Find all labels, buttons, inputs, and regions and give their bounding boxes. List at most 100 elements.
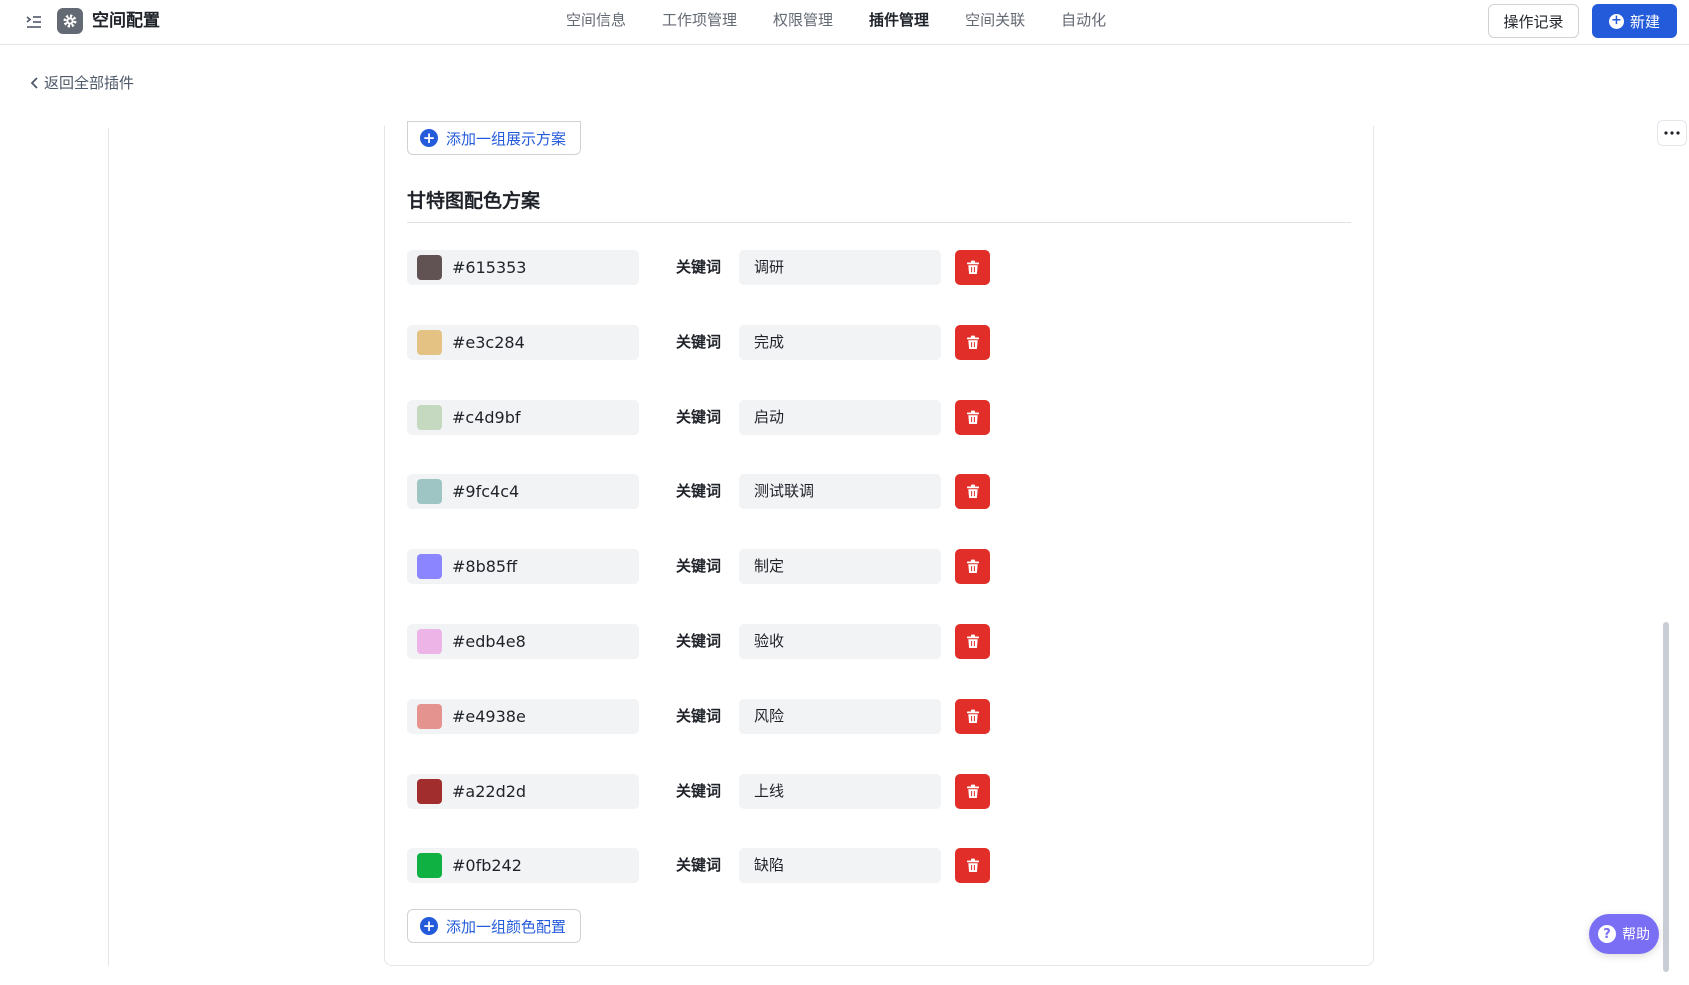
delete-button[interactable] xyxy=(955,774,990,809)
keyword-label: 关键词 xyxy=(676,333,722,351)
keyword-label: 关键词 xyxy=(676,482,722,500)
color-config-row: #8b85ff 关键词 制定 xyxy=(407,549,992,584)
keyword-label: 关键词 xyxy=(676,258,722,276)
trash-icon xyxy=(966,634,980,649)
page-title: 空间配置 xyxy=(92,11,160,31)
keyword-input[interactable]: 风险 xyxy=(739,699,941,734)
delete-button[interactable] xyxy=(955,624,990,659)
trash-icon xyxy=(966,260,980,275)
delete-button[interactable] xyxy=(955,474,990,509)
left-divider xyxy=(108,128,109,966)
keyword-input[interactable]: 制定 xyxy=(739,549,941,584)
new-button[interactable]: + 新建 xyxy=(1592,4,1677,38)
sidebar-toggle-icon[interactable] xyxy=(24,12,44,32)
color-hex-input[interactable]: #9fc4c4 xyxy=(407,474,639,509)
tab-space-association[interactable]: 空间关联 xyxy=(947,0,1043,44)
back-to-plugins-link[interactable]: 返回全部插件 xyxy=(30,72,134,93)
add-color-config-button[interactable]: + 添加一组颜色配置 xyxy=(407,909,582,943)
vertical-scrollbar[interactable] xyxy=(1663,622,1669,972)
delete-button[interactable] xyxy=(955,848,990,883)
keyword-label: 关键词 xyxy=(676,408,722,426)
plus-circle-icon: + xyxy=(420,917,438,935)
delete-button[interactable] xyxy=(955,325,990,360)
delete-button[interactable] xyxy=(955,400,990,435)
color-hex-value: #8b85ff xyxy=(452,557,518,576)
trash-icon xyxy=(966,709,980,724)
tab-permission-management[interactable]: 权限管理 xyxy=(755,0,851,44)
section-divider xyxy=(407,222,1351,223)
color-hex-value: #9fc4c4 xyxy=(452,482,520,501)
color-hex-input[interactable]: #c4d9bf xyxy=(407,400,639,435)
color-swatch[interactable] xyxy=(417,704,442,729)
color-hex-value: #0fb242 xyxy=(452,856,522,875)
color-hex-input[interactable]: #8b85ff xyxy=(407,549,639,584)
top-nav-tabs: 空间信息 工作项管理 权限管理 插件管理 空间关联 自动化 xyxy=(548,0,1124,44)
color-hex-input[interactable]: #e4938e xyxy=(407,699,639,734)
top-bar: 空间配置 空间信息 工作项管理 权限管理 插件管理 空间关联 自动化 操作记录 … xyxy=(0,0,1689,45)
trash-icon xyxy=(966,858,980,873)
tab-work-item-management[interactable]: 工作项管理 xyxy=(644,0,755,44)
keyword-input[interactable]: 调研 xyxy=(739,250,941,285)
add-display-scheme-label: 添加一组展示方案 xyxy=(446,129,567,148)
keyword-label: 关键词 xyxy=(676,782,722,800)
keyword-input[interactable]: 上线 xyxy=(739,774,941,809)
plus-circle-icon: + xyxy=(1608,13,1624,29)
color-hex-value: #615353 xyxy=(452,258,527,277)
add-color-config-label: 添加一组颜色配置 xyxy=(446,917,567,936)
trash-icon xyxy=(966,484,980,499)
color-hex-input[interactable]: #615353 xyxy=(407,250,639,285)
new-button-label: 新建 xyxy=(1629,12,1660,31)
color-hex-input[interactable]: #a22d2d xyxy=(407,774,639,809)
plus-circle-icon: + xyxy=(420,129,438,147)
keyword-input[interactable]: 验收 xyxy=(739,624,941,659)
keyword-label: 关键词 xyxy=(676,557,722,575)
gantt-color-scheme-title: 甘特图配色方案 xyxy=(407,190,541,212)
delete-button[interactable] xyxy=(955,250,990,285)
color-hex-input[interactable]: #0fb242 xyxy=(407,848,639,883)
color-config-row: #e4938e 关键词 风险 xyxy=(407,699,992,734)
color-config-row: #0fb242 关键词 缺陷 xyxy=(407,848,992,883)
keyword-input[interactable]: 完成 xyxy=(739,325,941,360)
keyword-input[interactable]: 启动 xyxy=(739,400,941,435)
trash-icon xyxy=(966,410,980,425)
color-config-row: #e3c284 关键词 完成 xyxy=(407,325,992,360)
back-link-label: 返回全部插件 xyxy=(44,74,135,92)
keyword-label: 关键词 xyxy=(676,632,722,650)
color-swatch[interactable] xyxy=(417,779,442,804)
tab-automation[interactable]: 自动化 xyxy=(1043,0,1124,44)
color-hex-input[interactable]: #e3c284 xyxy=(407,325,639,360)
trash-icon xyxy=(966,784,980,799)
color-hex-value: #e4938e xyxy=(452,707,526,726)
color-swatch[interactable] xyxy=(417,853,442,878)
trash-icon xyxy=(966,335,980,350)
color-config-row: #c4d9bf 关键词 启动 xyxy=(407,400,992,435)
color-swatch[interactable] xyxy=(417,479,442,504)
color-hex-input[interactable]: #edb4e8 xyxy=(407,624,639,659)
color-swatch[interactable] xyxy=(417,330,442,355)
keyword-input[interactable]: 缺陷 xyxy=(739,848,941,883)
operation-log-button[interactable]: 操作记录 xyxy=(1488,4,1579,38)
delete-button[interactable] xyxy=(955,549,990,584)
trash-icon xyxy=(966,559,980,574)
add-display-scheme-button[interactable]: + 添加一组展示方案 xyxy=(407,121,582,155)
color-config-row: #9fc4c4 关键词 测试联调 xyxy=(407,474,992,509)
help-button[interactable]: ? 帮助 xyxy=(1589,914,1659,954)
color-config-row: #edb4e8 关键词 验收 xyxy=(407,624,992,659)
keyword-input[interactable]: 测试联调 xyxy=(739,474,941,509)
color-hex-value: #edb4e8 xyxy=(452,632,526,651)
more-options-button[interactable] xyxy=(1657,120,1687,146)
settings-gear-icon xyxy=(57,8,83,34)
color-config-row: #615353 关键词 调研 xyxy=(407,250,992,285)
color-hex-value: #c4d9bf xyxy=(452,408,521,427)
color-swatch[interactable] xyxy=(417,629,442,654)
delete-button[interactable] xyxy=(955,699,990,734)
color-swatch[interactable] xyxy=(417,554,442,579)
help-button-label: 帮助 xyxy=(1622,927,1650,943)
tab-plugin-management[interactable]: 插件管理 xyxy=(851,0,947,44)
color-swatch[interactable] xyxy=(417,255,442,280)
color-swatch[interactable] xyxy=(417,405,442,430)
tab-space-info[interactable]: 空间信息 xyxy=(548,0,644,44)
keyword-label: 关键词 xyxy=(676,856,722,874)
ellipsis-icon xyxy=(1664,131,1680,135)
keyword-label: 关键词 xyxy=(676,707,722,725)
